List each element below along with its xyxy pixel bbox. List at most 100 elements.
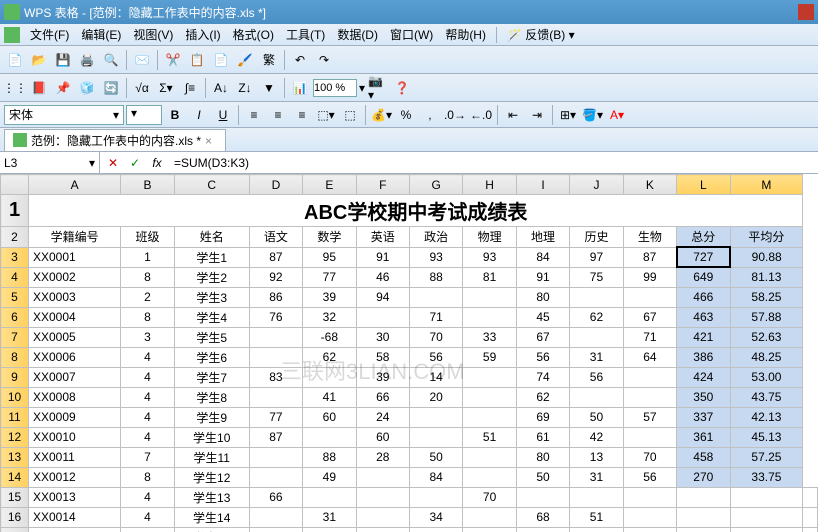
header-cell[interactable]: 物理 <box>463 227 516 248</box>
cell[interactable] <box>249 347 302 367</box>
cell[interactable] <box>356 507 409 527</box>
header-cell[interactable]: 语文 <box>249 227 302 248</box>
cell[interactable]: 361 <box>677 427 730 447</box>
cell[interactable]: 学生15 <box>174 527 249 532</box>
formula-input[interactable] <box>170 152 818 173</box>
cell[interactable]: 学生9 <box>174 407 249 427</box>
cell[interactable] <box>803 507 818 527</box>
cell[interactable]: 39 <box>356 367 409 387</box>
cell[interactable]: 43.75 <box>730 387 803 407</box>
document-tab[interactable]: 范例：隐藏工作表中的内容.xls * × <box>4 129 226 151</box>
col-header-G[interactable]: G <box>409 175 462 195</box>
cell[interactable]: 50 <box>409 447 462 467</box>
cell[interactable] <box>623 507 676 527</box>
cell[interactable]: 99 <box>623 267 676 287</box>
col-header-A[interactable]: A <box>29 175 121 195</box>
cell[interactable]: XX0006 <box>29 347 121 367</box>
cell[interactable]: 33 <box>570 527 623 532</box>
cell[interactable]: 4 <box>121 427 174 447</box>
print-icon[interactable]: 🖨️ <box>76 49 98 71</box>
font-size-select[interactable]: ▾ <box>126 105 162 125</box>
help-icon[interactable]: ❓ <box>391 77 413 99</box>
cell[interactable]: XX0015 <box>29 527 121 532</box>
cell[interactable]: XX0004 <box>29 307 121 327</box>
redo-icon[interactable]: ↷ <box>313 49 335 71</box>
increase-decimal-icon[interactable]: .0→ <box>443 104 467 126</box>
cell[interactable]: 57 <box>623 407 676 427</box>
cell[interactable] <box>249 447 302 467</box>
row-header-8[interactable]: 8 <box>1 347 29 367</box>
cancel-formula-icon[interactable]: ✕ <box>104 154 122 172</box>
cell[interactable]: 80 <box>516 287 569 307</box>
cell[interactable] <box>249 387 302 407</box>
book-icon[interactable]: 📕 <box>28 77 50 99</box>
cell[interactable]: 4 <box>121 387 174 407</box>
row-header-5[interactable]: 5 <box>1 287 29 307</box>
header-cell[interactable]: 班级 <box>121 227 174 248</box>
cell[interactable] <box>463 467 516 487</box>
cell[interactable]: 学生13 <box>174 487 249 507</box>
cell[interactable]: 66 <box>249 487 302 507</box>
cell[interactable]: 57.88 <box>730 307 803 327</box>
cell[interactable] <box>516 487 569 507</box>
cell[interactable]: 8 <box>121 467 174 487</box>
cell[interactable]: 80 <box>516 447 569 467</box>
cell[interactable]: 74 <box>516 367 569 387</box>
sqrt-icon[interactable]: √α <box>131 77 153 99</box>
traditional-icon[interactable]: 繁 <box>258 49 280 71</box>
formula-icon[interactable]: ∫≡ <box>179 77 201 99</box>
cell[interactable] <box>356 307 409 327</box>
cell[interactable]: 24 <box>356 407 409 427</box>
cell[interactable]: 1 <box>121 247 174 267</box>
mail-icon[interactable]: ✉️ <box>131 49 153 71</box>
fx-icon[interactable]: fx <box>148 154 166 172</box>
cell[interactable] <box>623 287 676 307</box>
italic-button[interactable]: I <box>188 104 210 126</box>
cell[interactable] <box>677 487 730 507</box>
cell[interactable]: 学生10 <box>174 427 249 447</box>
cell[interactable]: XX0010 <box>29 427 121 447</box>
cell[interactable] <box>570 287 623 307</box>
row-header-9[interactable]: 9 <box>1 367 29 387</box>
cell[interactable]: 56 <box>516 527 569 532</box>
cell[interactable]: XX0014 <box>29 507 121 527</box>
format-painter-icon[interactable]: 🖌️ <box>234 49 256 71</box>
cell[interactable]: XX0003 <box>29 287 121 307</box>
font-name-select[interactable]: 宋体▾ <box>4 105 124 125</box>
cell[interactable] <box>409 287 462 307</box>
cell[interactable]: 62 <box>303 347 356 367</box>
cell[interactable] <box>356 487 409 507</box>
align-left-icon[interactable]: ≡ <box>243 104 265 126</box>
cell[interactable]: 50 <box>570 407 623 427</box>
menu-item-4[interactable]: 格式(O) <box>227 28 280 42</box>
cell[interactable]: 87 <box>249 427 302 447</box>
cell[interactable]: 4 <box>121 487 174 507</box>
copy-icon[interactable]: 📋 <box>186 49 208 71</box>
menu-item-6[interactable]: 数据(D) <box>331 28 384 42</box>
cell[interactable]: 77 <box>249 407 302 427</box>
cell[interactable]: 30 <box>356 327 409 347</box>
cell[interactable] <box>463 367 516 387</box>
cell[interactable] <box>623 427 676 447</box>
cell[interactable]: 学生3 <box>174 287 249 307</box>
align-center-icon[interactable]: ≡ <box>267 104 289 126</box>
cell[interactable] <box>463 447 516 467</box>
cell[interactable]: 56 <box>409 347 462 367</box>
border-icon[interactable]: ⊞▾ <box>557 104 579 126</box>
spreadsheet-grid[interactable]: 三联网3LIAN.COM ABCDEFGHIJKLM 1ABC学校期中考试成绩表… <box>0 174 818 532</box>
tab-close-icon[interactable]: × <box>205 134 217 146</box>
close-icon[interactable] <box>798 4 814 20</box>
cell[interactable]: XX0013 <box>29 487 121 507</box>
cell[interactable]: 97 <box>570 247 623 267</box>
cell[interactable]: 8 <box>121 267 174 287</box>
cell[interactable]: 49 <box>303 467 356 487</box>
cell[interactable]: 56 <box>623 467 676 487</box>
cell[interactable]: 71 <box>623 327 676 347</box>
cell[interactable] <box>677 507 730 527</box>
cell[interactable]: XX0008 <box>29 387 121 407</box>
cell[interactable] <box>730 507 803 527</box>
cell[interactable]: 33 <box>463 327 516 347</box>
header-cell[interactable]: 历史 <box>570 227 623 248</box>
zoom-input[interactable] <box>313 79 357 97</box>
cell[interactable]: 337 <box>677 407 730 427</box>
